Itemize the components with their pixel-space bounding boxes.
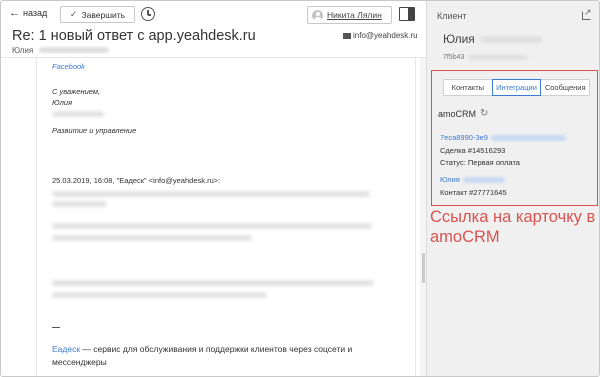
toolbar: ← назад ✓ Завершить Никита Лялин: [1, 1, 426, 27]
footer-text: Еадеск — сервис для обслуживания и подде…: [52, 343, 362, 369]
contact-link[interactable]: Юлия: [440, 175, 505, 184]
redacted-line: [52, 292, 267, 298]
scrollbar-thumb[interactable]: [422, 253, 425, 283]
message-body: Facebook С уважением, Юлия Развитие и уп…: [36, 58, 416, 376]
redacted-line: [52, 201, 107, 207]
back-label: назад: [23, 8, 48, 18]
refresh-icon[interactable]: ↻: [480, 108, 488, 119]
footer-separator: [52, 327, 60, 328]
regards-line: С уважением,: [52, 87, 101, 96]
facebook-link[interactable]: Facebook: [52, 62, 85, 71]
integration-header: amoCRM ↻: [438, 108, 488, 119]
external-link-icon[interactable]: [582, 7, 592, 20]
footer-description: — сервис для обслуживания и поддержки кл…: [52, 344, 353, 367]
redacted-line: [52, 280, 374, 286]
sender-row: Юлия: [12, 46, 110, 55]
user-avatar-icon: [312, 9, 323, 21]
highlight-box: Контакты Интеграции Сообщения amoCRM ↻ 7…: [431, 70, 598, 206]
integration-name: amoCRM: [438, 108, 477, 119]
redacted-line: [52, 191, 370, 197]
contact-link-label: Юлия: [440, 175, 460, 184]
redacted-line: [52, 111, 104, 117]
deal-link-label: 7eca8990-3e9: [440, 133, 488, 142]
reply-to[interactable]: info@yeahdesk.ru: [343, 31, 418, 40]
sender-email-redacted: [39, 47, 110, 53]
redacted-line: [52, 235, 252, 241]
client-sidebar: Клиент Юлия 7f5b43 Контакты Интеграции С…: [426, 1, 599, 376]
sidebar-title: Клиент: [437, 11, 467, 21]
client-first-name: Юлия: [443, 32, 475, 46]
back-button[interactable]: ← назад: [9, 6, 48, 19]
deal-link-redacted: [490, 134, 566, 141]
sidebar-tabs: Контакты Интеграции Сообщения: [443, 79, 590, 96]
signature-name: Юлия: [52, 98, 73, 107]
tab-contacts[interactable]: Контакты: [444, 80, 492, 95]
arrow-left-icon: ←: [9, 6, 20, 19]
deal-link[interactable]: 7eca8990-3e9: [440, 133, 566, 142]
check-icon: ✓: [69, 9, 78, 19]
sender-name: Юлия: [12, 46, 34, 55]
clock-icon[interactable]: [141, 7, 155, 21]
app-window: ← назад ✓ Завершить Никита Лялин Re: 1 н…: [0, 0, 600, 377]
reply-to-address: info@yeahdesk.ru: [353, 31, 418, 40]
assignee-name: Никита Лялин: [327, 10, 382, 20]
redacted-line: [52, 223, 372, 229]
annotation-text: Ссылка на карточку в amoCRM: [430, 208, 596, 246]
client-name: Юлия: [443, 32, 542, 46]
envelope-icon: [343, 32, 351, 39]
panel-toggle-icon[interactable]: [399, 7, 415, 21]
client-id: 7f5b43: [443, 54, 465, 61]
ticket-pane: ← назад ✓ Завершить Никита Лялин Re: 1 н…: [1, 1, 426, 376]
client-id-redacted: [468, 55, 529, 60]
signature-role: Развитие и управление: [52, 126, 137, 135]
assignee-button[interactable]: Никита Лялин: [307, 6, 392, 24]
ticket-subject: Re: 1 новый ответ с app.yeahdesk.ru: [12, 28, 256, 44]
tab-integrations[interactable]: Интеграции: [491, 79, 542, 96]
finish-button[interactable]: ✓ Завершить: [60, 6, 135, 23]
finish-label: Завершить: [81, 9, 126, 20]
deal-number: Сделка #14516293: [440, 146, 506, 155]
deal-status: Статус: Первая оплата: [440, 158, 520, 167]
contact-link-redacted: [462, 176, 505, 183]
quote-header: 25.03.2019, 16:08, "Еадеск" <info@yeahde…: [52, 176, 221, 185]
tab-messages[interactable]: Сообщения: [541, 80, 589, 95]
client-id-row: 7f5b43: [443, 54, 529, 61]
client-surname-redacted: [479, 35, 542, 43]
contact-number: Контакт #27771645: [440, 188, 507, 197]
brand-link[interactable]: Еадеск: [52, 344, 80, 354]
